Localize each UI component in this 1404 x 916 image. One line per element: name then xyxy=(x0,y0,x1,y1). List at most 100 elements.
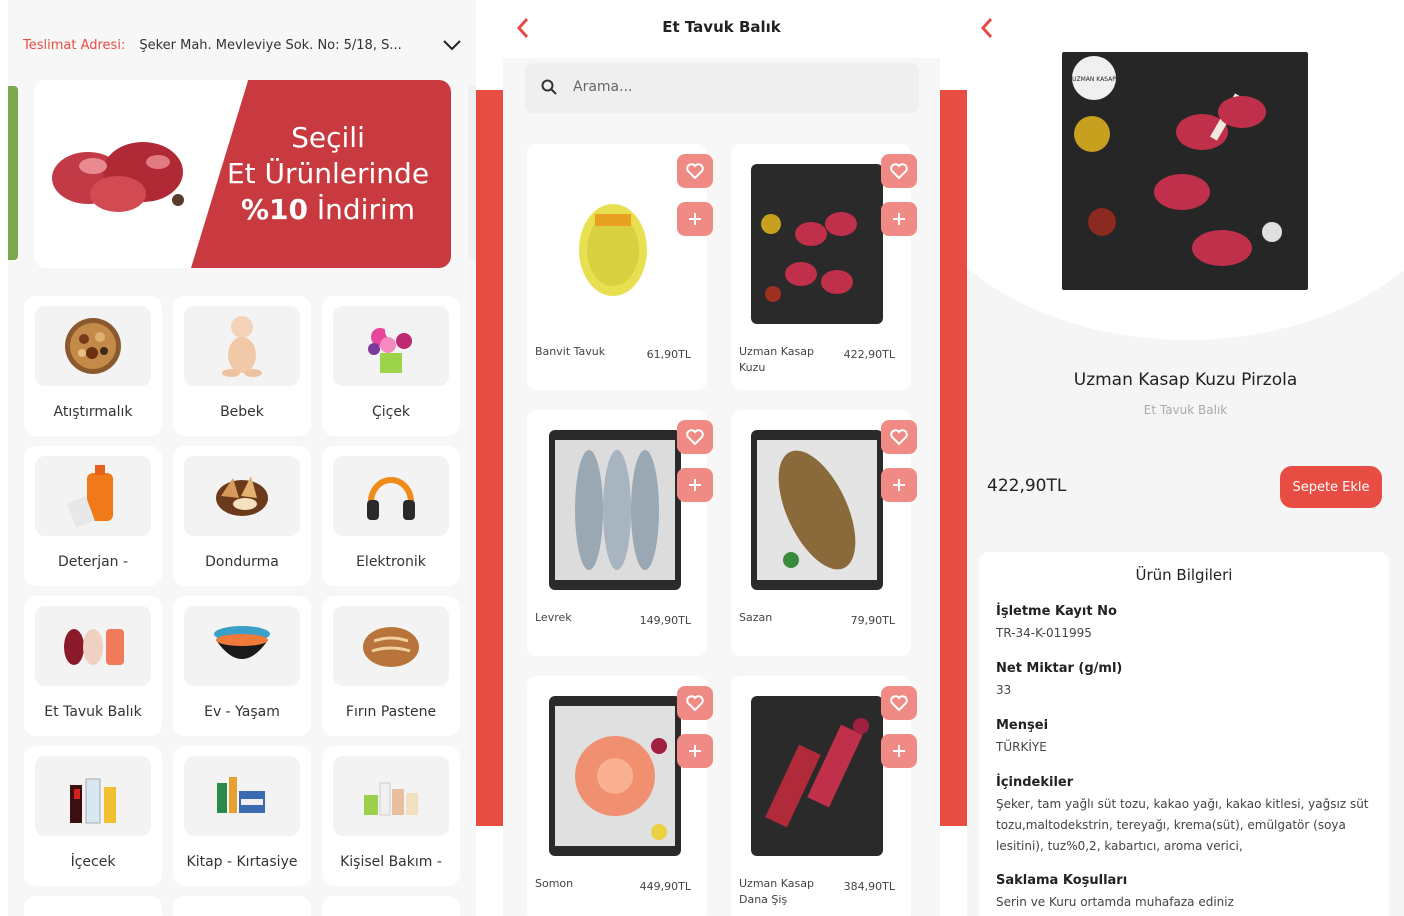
search-input[interactable]: Arama... xyxy=(525,63,919,113)
category-label: Elektronik xyxy=(356,554,426,570)
category-card[interactable]: Fırın Pastene xyxy=(322,596,460,736)
category-card[interactable] xyxy=(322,896,460,916)
chevron-down-icon[interactable] xyxy=(441,34,463,56)
category-card[interactable]: Deterjan - xyxy=(24,446,162,586)
product-price: 422,90TL xyxy=(843,348,895,361)
add-to-cart-button[interactable]: Sepete Ekle xyxy=(1280,466,1382,508)
product-price: 61,90TL xyxy=(646,348,691,361)
decor-red-right xyxy=(940,90,967,826)
add-to-cart-plus-icon[interactable] xyxy=(881,202,917,236)
category-card[interactable]: Çiçek xyxy=(322,296,460,436)
promo-banner[interactable]: Seçili Et Ürünlerinde %10 İndirim xyxy=(34,80,451,268)
next-banner-peek[interactable] xyxy=(468,86,476,260)
add-to-cart-plus-icon[interactable] xyxy=(881,468,917,502)
detergent-icon xyxy=(35,456,151,536)
info-key: İşletme Kayıt No xyxy=(996,604,1117,619)
info-value: 33 xyxy=(996,683,1012,697)
category-card[interactable]: Bebek xyxy=(173,296,311,436)
headphones-icon xyxy=(333,456,449,536)
flower-icon xyxy=(333,306,449,386)
category-label: Kitap - Kırtasiye xyxy=(186,854,298,870)
product-name: Levrek xyxy=(535,611,572,624)
product-name: Somon xyxy=(535,877,574,890)
address-value: Şeker Mah. Mevleviye Sok. No: 5/18, S... xyxy=(139,37,402,53)
back-arrow-icon[interactable] xyxy=(979,16,1003,40)
home-screen: Teslimat Adresi: Şeker Mah. Mevleviye So… xyxy=(8,0,476,916)
product-card[interactable]: Uzman Kasap Kuzu 422,90TL xyxy=(731,144,917,390)
banner-discount: %10 xyxy=(240,193,308,226)
favorite-heart-icon[interactable] xyxy=(677,686,713,720)
product-card[interactable]: Somon 449,90TL xyxy=(527,676,713,916)
product-card[interactable]: Sazan 79,90TL xyxy=(731,410,917,656)
category-card[interactable]: Ev - Yaşam xyxy=(173,596,311,736)
product-card[interactable]: Uzman Kasap Dana Şiş 384,90TL xyxy=(731,676,917,916)
favorite-heart-icon[interactable] xyxy=(881,154,917,188)
baby-icon xyxy=(184,306,300,386)
category-label: Dondurma xyxy=(205,554,279,570)
product-category: Et Tavuk Balık xyxy=(1143,403,1228,417)
search-icon xyxy=(541,79,559,97)
category-label: Atıştırmalık xyxy=(53,404,133,420)
category-label: Kişisel Bakım - xyxy=(340,854,442,870)
info-title: Ürün Bilgileri xyxy=(1135,566,1233,584)
product-image: UZMAN KASAP xyxy=(1062,52,1308,290)
nuts-icon xyxy=(35,306,151,386)
category-label: Fırın Pastene xyxy=(345,704,437,720)
favorite-heart-icon[interactable] xyxy=(881,686,917,720)
product-card[interactable]: Banvit Tavuk 61,90TL xyxy=(527,144,713,390)
product-card[interactable]: Levrek 149,90TL xyxy=(527,410,713,656)
category-label: Et Tavuk Balık xyxy=(44,704,142,720)
banner-line-3: %10 İndirim xyxy=(223,192,433,228)
banner-text: Seçili Et Ürünlerinde %10 İndirim xyxy=(223,120,433,228)
sea-bass-image xyxy=(549,430,681,590)
personal-care-icon xyxy=(333,756,449,836)
product-price: 384,90TL xyxy=(843,880,895,893)
add-to-cart-plus-icon[interactable] xyxy=(677,468,713,502)
product-price: 449,90TL xyxy=(639,880,691,893)
category-card[interactable]: Dondurma xyxy=(173,446,311,586)
chicken-pack-image xyxy=(543,158,681,328)
category-card[interactable] xyxy=(173,896,311,916)
info-value: Şeker, tam yağlı süt tozu, kakao yağı, k… xyxy=(996,797,1369,853)
add-to-cart-plus-icon[interactable] xyxy=(677,734,713,768)
info-value: TÜRKİYE xyxy=(996,740,1047,754)
meat-icon xyxy=(35,606,151,686)
product-detail-screen: UZMAN KASAP Uzman Kasap Kuzu Pirzola Et … xyxy=(967,0,1404,916)
category-card[interactable]: Kitap - Kırtasiye xyxy=(173,746,311,886)
product-price: 422,90TL xyxy=(987,476,1067,496)
info-key: Net Miktar (g/ml) xyxy=(996,661,1123,676)
favorite-heart-icon[interactable] xyxy=(677,420,713,454)
info-key: Saklama Koşulları xyxy=(996,873,1128,888)
bowls-icon xyxy=(184,606,300,686)
banner-line-2: Et Ürünlerinde xyxy=(226,157,430,190)
product-price: 149,90TL xyxy=(639,614,691,627)
product-title: Uzman Kasap Kuzu Pirzola xyxy=(1073,370,1298,390)
beef-skewers-image xyxy=(751,696,883,856)
category-screen: Et Tavuk Balık Arama... Banvit Tavuk 61,… xyxy=(503,0,940,916)
product-name: Uzman Kasap Kuzu xyxy=(739,345,814,374)
category-card[interactable]: Atıştırmalık xyxy=(24,296,162,436)
product-price: 79,90TL xyxy=(850,614,895,627)
category-card[interactable]: Elektronik xyxy=(322,446,460,586)
category-card[interactable] xyxy=(24,896,162,916)
previous-banner-peek[interactable] xyxy=(8,86,18,260)
favorite-heart-icon[interactable] xyxy=(677,154,713,188)
bread-icon xyxy=(333,606,449,686)
category-label: Ev - Yaşam xyxy=(204,704,280,720)
category-label: Deterjan - xyxy=(57,554,129,570)
category-card[interactable]: İçecek xyxy=(24,746,162,886)
info-value: Serin ve Kuru ortamda muhafaza ediniz xyxy=(996,895,1234,909)
category-card[interactable]: Kişisel Bakım - xyxy=(322,746,460,886)
banner-discount-rest: İndirim xyxy=(308,193,416,226)
category-card[interactable]: Et Tavuk Balık xyxy=(24,596,162,736)
banner-line-1: Seçili xyxy=(291,121,365,154)
top-bar: Et Tavuk Balık xyxy=(503,0,940,58)
product-name: Banvit Tavuk xyxy=(535,345,606,358)
delivery-address-bar[interactable]: Teslimat Adresi: Şeker Mah. Mevleviye So… xyxy=(23,32,463,58)
carp-image xyxy=(751,430,883,590)
search-placeholder: Arama... xyxy=(573,79,633,95)
add-to-cart-plus-icon[interactable] xyxy=(881,734,917,768)
favorite-heart-icon[interactable] xyxy=(881,420,917,454)
info-key: Menşei xyxy=(996,718,1049,733)
add-to-cart-plus-icon[interactable] xyxy=(677,202,713,236)
